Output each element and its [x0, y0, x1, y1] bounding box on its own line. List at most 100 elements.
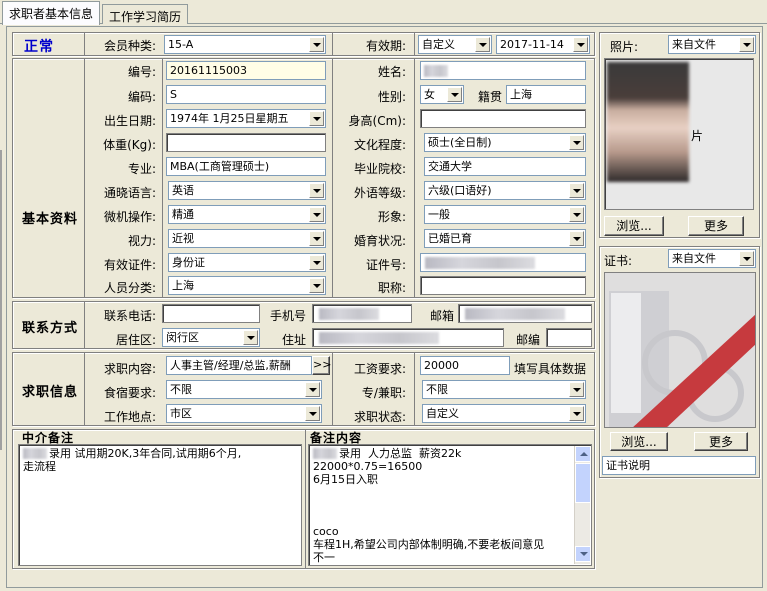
chevron-down-icon[interactable] — [569, 135, 584, 150]
redacted-address — [319, 332, 439, 344]
job-status-label: 求职状态: — [353, 410, 406, 424]
image-select[interactable]: 一般 — [424, 205, 586, 224]
id-type-select[interactable]: 身份证 — [168, 253, 326, 272]
note-memo-textarea[interactable]: 录用 人力总监 薪资22k 22000*0.75=16500 6月15日入职 c… — [308, 444, 592, 566]
job-content-input[interactable]: 人事主管/经理/总监,薪酬 — [166, 356, 312, 375]
redacted-name — [424, 65, 448, 77]
note-memo-scrollbar[interactable] — [574, 446, 591, 564]
chevron-down-icon[interactable] — [569, 406, 584, 421]
chevron-down-icon[interactable] — [309, 207, 324, 222]
agent-memo-textarea[interactable]: 录用 试用期20K,3年合同,试用期6个月, 走流程 — [18, 444, 302, 566]
chevron-down-icon[interactable] — [569, 207, 584, 222]
marital-select[interactable]: 已婚已育 — [424, 229, 586, 248]
tab-work-history[interactable]: 工作学习简历 — [102, 4, 189, 24]
email-input[interactable] — [458, 304, 592, 323]
left-edge-divider — [0, 150, 2, 450]
validity-date-picker[interactable]: 2017-11-14 — [496, 35, 590, 54]
chevron-down-icon[interactable] — [569, 231, 584, 246]
contact-section-title: 联系方式 — [22, 321, 79, 336]
certificate-note-input[interactable]: 证书说明 — [602, 456, 756, 475]
salary-hint: 填写具体数据 — [514, 362, 587, 376]
school-input[interactable]: 交通大学 — [424, 157, 586, 176]
photo-source-select[interactable]: 来自文件 — [668, 35, 756, 54]
education-label: 文化程度: — [353, 138, 406, 152]
computer-label: 微机操作: — [103, 210, 156, 224]
zip-input[interactable] — [546, 328, 592, 347]
chevron-down-icon[interactable] — [739, 251, 754, 266]
photo-more-button[interactable]: 更多 — [688, 216, 744, 236]
chevron-down-icon[interactable] — [569, 382, 584, 397]
chevron-down-icon[interactable] — [305, 382, 320, 397]
photo-browse-button[interactable]: 浏览... — [604, 216, 664, 236]
foreign-level-label: 外语等级: — [353, 186, 406, 200]
major-input[interactable]: MBA(工商管理硕士) — [166, 157, 326, 176]
weight-input[interactable] — [166, 133, 326, 152]
title-input[interactable] — [420, 276, 586, 295]
job-content-more-button[interactable]: >> — [312, 356, 331, 375]
chevron-down-icon[interactable] — [243, 330, 258, 345]
board-select[interactable]: 不限 — [166, 380, 322, 399]
location-select[interactable]: 市区 — [166, 404, 322, 423]
major-label: 专业: — [127, 162, 156, 176]
marital-label: 婚育状况: — [353, 234, 406, 248]
chevron-down-icon[interactable] — [305, 406, 320, 421]
scroll-up-icon[interactable] — [575, 446, 591, 462]
chevron-down-icon[interactable] — [309, 255, 324, 270]
code-input[interactable]: S — [166, 85, 326, 104]
chevron-down-icon[interactable] — [309, 111, 324, 126]
scroll-thumb[interactable] — [575, 463, 591, 503]
scroll-down-icon[interactable] — [575, 546, 591, 562]
board-label: 食宿要求: — [103, 386, 156, 400]
birth-date-picker[interactable]: 1974年 1月25日星期五 — [166, 109, 326, 128]
height-input[interactable] — [420, 109, 586, 128]
fulltime-label: 专/兼职: — [361, 386, 406, 400]
vision-label: 视力: — [127, 234, 156, 248]
status-label: 正常 — [24, 39, 54, 55]
language-label: 通晓语言: — [103, 186, 156, 200]
validity-label: 有效期: — [365, 39, 406, 53]
applicant-photo — [607, 62, 689, 182]
number-input[interactable]: 20161115003 — [166, 61, 326, 80]
gender-select[interactable]: 女 — [420, 85, 464, 104]
chevron-down-icon[interactable] — [309, 278, 324, 293]
job-section-title: 求职信息 — [22, 385, 79, 400]
chevron-down-icon[interactable] — [569, 183, 584, 198]
vision-select[interactable]: 近视 — [168, 229, 326, 248]
tab-basic-info[interactable]: 求职者基本信息 — [2, 1, 101, 25]
phone-input[interactable] — [162, 304, 260, 323]
job-status-select[interactable]: 自定义 — [422, 404, 586, 423]
weight-label: 体重(Kg): — [103, 138, 156, 152]
chevron-down-icon[interactable] — [309, 231, 324, 246]
location-label: 工作地点: — [103, 410, 156, 424]
chevron-down-icon[interactable] — [447, 87, 462, 102]
redacted-email — [465, 308, 565, 320]
name-input[interactable] — [420, 61, 586, 80]
certificate-more-button[interactable]: 更多 — [694, 432, 748, 451]
education-select[interactable]: 硕士(全日制) — [424, 133, 586, 152]
validity-mode-select[interactable]: 自定义 — [418, 35, 492, 54]
tab-bar: 求职者基本信息 工作学习简历 — [0, 0, 767, 25]
chevron-down-icon[interactable] — [739, 37, 754, 52]
fulltime-select[interactable]: 不限 — [422, 380, 586, 399]
certificate-browse-button[interactable]: 浏览... — [610, 432, 668, 451]
residence-select[interactable]: 闵行区 — [162, 328, 260, 347]
member-type-select[interactable]: 15-A — [164, 35, 326, 54]
id-number-input[interactable] — [420, 253, 586, 272]
language-select[interactable]: 英语 — [168, 181, 326, 200]
salary-input[interactable]: 20000 — [420, 356, 510, 375]
native-input[interactable]: 上海 — [506, 85, 586, 104]
category-select[interactable]: 上海 — [168, 276, 326, 295]
chevron-down-icon[interactable] — [475, 37, 490, 52]
computer-select[interactable]: 精通 — [168, 205, 326, 224]
code-label: 编码: — [127, 90, 156, 104]
mobile-input[interactable] — [312, 304, 412, 323]
chevron-down-icon[interactable] — [309, 183, 324, 198]
foreign-level-select[interactable]: 六级(口语好) — [424, 181, 586, 200]
zip-label: 邮编 — [515, 333, 540, 347]
certificate-source-select[interactable]: 来自文件 — [668, 249, 756, 268]
address-input[interactable] — [312, 328, 504, 347]
school-label: 毕业院校: — [353, 162, 406, 176]
chevron-down-icon[interactable] — [309, 37, 324, 52]
chevron-down-icon[interactable] — [573, 37, 588, 52]
title-label: 职称: — [377, 281, 406, 295]
